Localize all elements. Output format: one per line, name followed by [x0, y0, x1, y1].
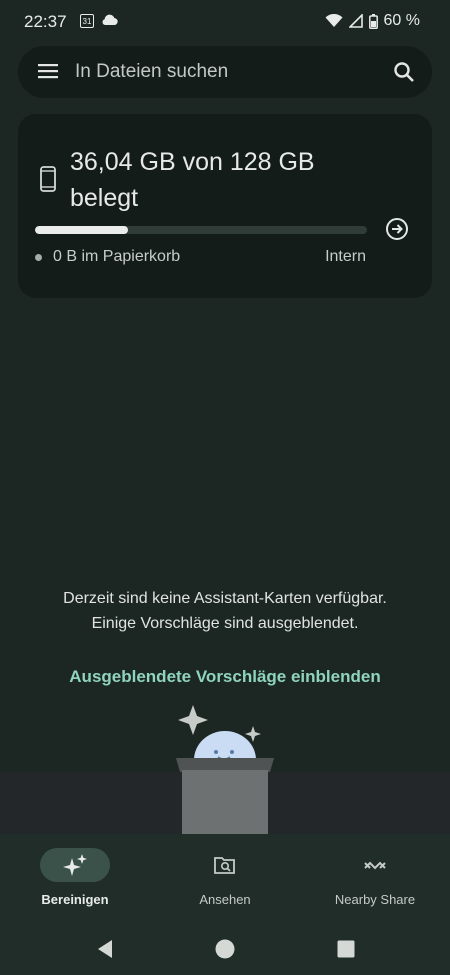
storage-card[interactable]: 36,04 GB von 128 GB belegt 0 B im Papier…	[18, 114, 432, 298]
empty-state-message: Derzeit sind keine Assistant-Karten verf…	[0, 586, 450, 636]
browse-icon	[214, 857, 235, 874]
storage-usage-title: 36,04 GB von 128 GB belegt	[70, 148, 315, 212]
recents-icon[interactable]	[337, 940, 355, 958]
trash-dot	[35, 254, 42, 261]
sparkle-icon	[63, 854, 87, 876]
storage-location-label: Intern	[325, 248, 366, 265]
cloud-icon	[102, 14, 118, 26]
trash-label: 0 B im Papierkorb	[53, 248, 181, 265]
nav-label-ansehen: Ansehen	[199, 892, 251, 907]
home-icon[interactable]	[215, 939, 235, 959]
arrow-forward-icon[interactable]	[385, 217, 409, 241]
battery-percent: 60 %	[383, 12, 420, 29]
empty-box-illustration	[176, 705, 274, 835]
bottom-navigation: Bereinigen Ansehen Nearby Share	[0, 834, 450, 926]
back-icon[interactable]	[96, 939, 114, 959]
nav-item-bereinigen[interactable]: Bereinigen	[0, 834, 150, 926]
system-navigation-bar	[0, 926, 450, 975]
nearby-share-icon	[364, 861, 386, 870]
calendar-icon: 31	[80, 14, 94, 28]
wifi-icon	[325, 14, 343, 27]
status-time: 22:37	[24, 12, 67, 31]
status-bar: 22:37 31 60 %	[0, 0, 450, 44]
storage-progress-bar	[35, 226, 367, 234]
show-hidden-suggestions-link[interactable]: Ausgeblendete Vorschläge einblenden	[0, 667, 450, 687]
search-bar[interactable]: In Dateien suchen	[18, 46, 432, 98]
menu-icon[interactable]	[38, 63, 58, 79]
empty-state-line-2: Einige Vorschläge sind ausgeblendet.	[91, 615, 359, 632]
storage-progress-fill	[35, 226, 128, 234]
empty-state-line-1: Derzeit sind keine Assistant-Karten verf…	[63, 590, 387, 607]
phone-icon	[40, 166, 56, 192]
nav-item-ansehen[interactable]: Ansehen	[150, 834, 300, 926]
nav-label-bereinigen: Bereinigen	[41, 892, 109, 907]
cellular-signal-icon	[348, 14, 363, 28]
battery-icon	[368, 13, 378, 29]
search-placeholder[interactable]: In Dateien suchen	[75, 61, 228, 83]
nav-label-nearby-share: Nearby Share	[334, 892, 416, 907]
nav-item-nearby-share[interactable]: Nearby Share	[300, 834, 450, 926]
search-icon[interactable]	[392, 60, 416, 84]
